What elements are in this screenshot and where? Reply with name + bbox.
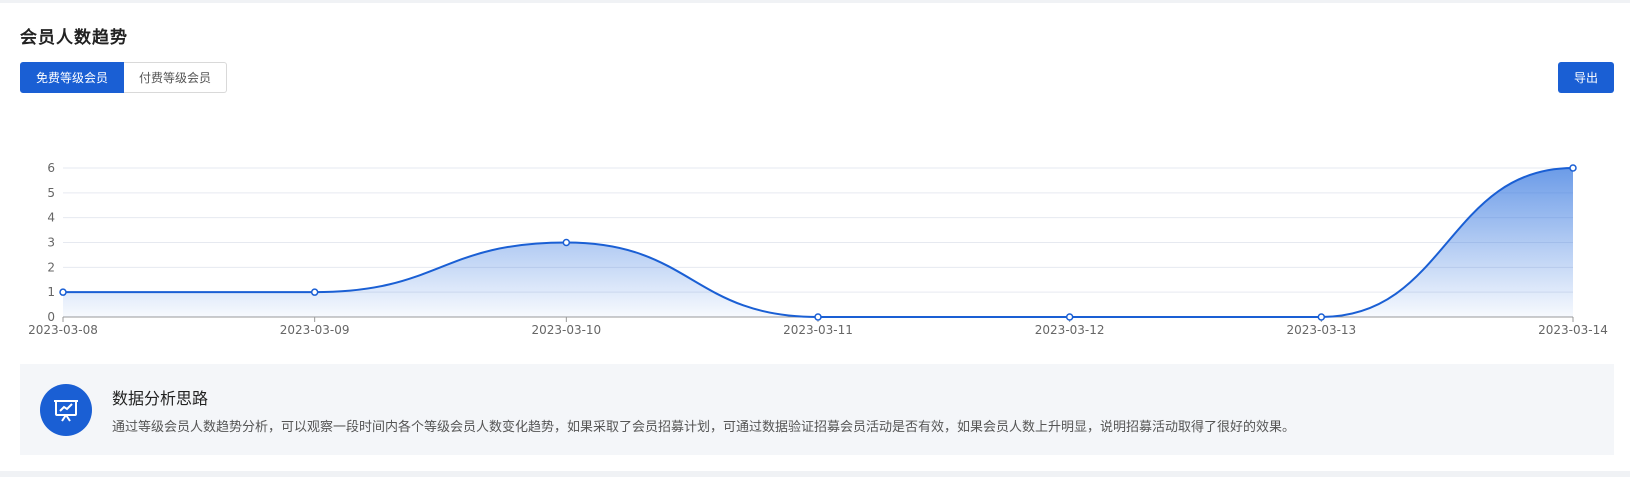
presentation-chart-icon <box>40 384 92 436</box>
x-tick-label: 2023-03-09 <box>280 323 350 337</box>
y-tick-label: 1 <box>47 285 55 299</box>
x-tick-label: 2023-03-13 <box>1286 323 1356 337</box>
analysis-description: 通过等级会员人数趋势分析，可以观察一段时间内各个等级会员人数变化趋势，如果采取了… <box>112 420 1296 435</box>
analysis-title: 数据分析思路 <box>112 389 209 408</box>
data-point[interactable] <box>1065 313 1074 321</box>
y-tick-label: 5 <box>47 186 55 200</box>
trend-chart: 0 1 2 3 4 5 6 2023-03-08 2023-03-09 2023-03-10 202… <box>28 161 1608 337</box>
y-tick-label: 2 <box>47 260 55 274</box>
x-tick-label: 2023-03-10 <box>531 323 601 337</box>
data-point[interactable] <box>1569 164 1577 172</box>
y-tick-label: 4 <box>47 211 55 225</box>
data-point[interactable] <box>562 238 571 247</box>
data-point[interactable] <box>1317 313 1326 321</box>
member-trend-card: 会员人数趋势 免费等级会员 付费等级会员 导出 0 1 2 3 4 5 6 2023-03-0… <box>0 3 1630 471</box>
x-tick-label: 2023-03-14 <box>1538 323 1608 337</box>
y-tick-label: 0 <box>47 310 55 324</box>
x-tick-label: 2023-03-11 <box>783 323 853 337</box>
y-tick-label: 3 <box>47 236 55 250</box>
x-tick-label: 2023-03-08 <box>28 323 98 337</box>
x-tick-label: 2023-03-12 <box>1035 323 1105 337</box>
data-point[interactable] <box>59 288 67 296</box>
y-tick-label: 6 <box>47 161 55 175</box>
data-point[interactable] <box>310 288 319 296</box>
analysis-panel: 数据分析思路 通过等级会员人数趋势分析，可以观察一段时间内各个等级会员人数变化趋… <box>20 364 1614 455</box>
data-point[interactable] <box>814 313 822 321</box>
